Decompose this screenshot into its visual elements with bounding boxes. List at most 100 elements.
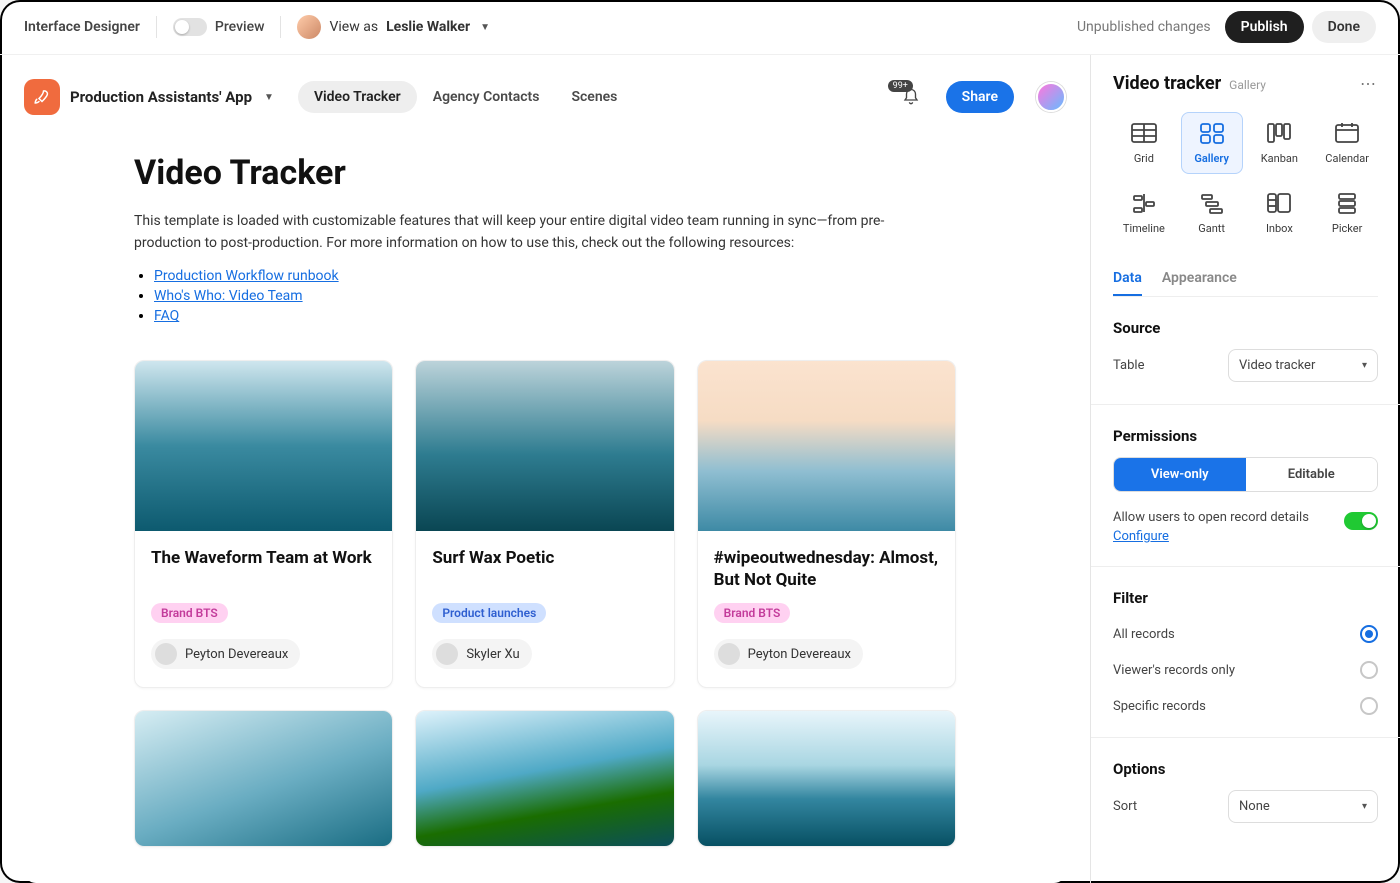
layout-gantt-option[interactable]: Gantt	[1181, 182, 1243, 244]
app-name[interactable]: Production Assistants' App	[70, 88, 252, 106]
source-heading: Source	[1113, 319, 1378, 337]
link-whos-who[interactable]: Who's Who: Video Team	[154, 288, 303, 304]
notifications-button[interactable]: 99+	[898, 84, 924, 110]
gallery-card[interactable]	[697, 710, 956, 847]
gallery-grid: The Waveform Team at Work Brand BTS Peyt…	[134, 360, 956, 847]
nav-video-tracker[interactable]: Video Tracker	[298, 81, 417, 113]
sort-select[interactable]: None ▾	[1228, 790, 1378, 823]
permissions-heading: Permissions	[1113, 427, 1378, 445]
chevron-down-icon[interactable]: ▼	[264, 92, 274, 103]
app-header: Production Assistants' App ▼ Video Track…	[24, 75, 1066, 131]
person-name: Skyler Xu	[466, 647, 519, 662]
calendar-icon	[1333, 121, 1361, 145]
layout-label: Calendar	[1325, 152, 1369, 165]
share-button[interactable]: Share	[946, 81, 1014, 113]
card-person: Peyton Devereaux	[714, 639, 863, 669]
card-title: Surf Wax Poetic	[432, 547, 657, 593]
gallery-card[interactable]	[415, 710, 674, 847]
permissions-segmented: View-only Editable	[1113, 457, 1378, 492]
radio-icon	[1360, 625, 1378, 643]
view-as-name: Leslie Walker	[386, 19, 470, 35]
designer-bar: Interface Designer Preview View as Lesli…	[0, 0, 1400, 55]
unpublished-changes-label: Unpublished changes	[1077, 19, 1211, 35]
view-as-selector[interactable]: View as Leslie Walker ▼	[297, 15, 490, 39]
card-person: Skyler Xu	[432, 639, 531, 669]
filter-option-label: Viewer's records only	[1113, 663, 1235, 678]
sidepanel-subtitle: Gallery	[1229, 78, 1266, 92]
link-faq[interactable]: FAQ	[154, 308, 179, 324]
done-button[interactable]: Done	[1312, 11, 1376, 43]
permission-view-only[interactable]: View-only	[1114, 458, 1246, 491]
preview-label: Preview	[215, 19, 265, 35]
config-tabs: Data Appearance	[1113, 262, 1378, 297]
layout-picker-option[interactable]: Picker	[1316, 182, 1378, 244]
card-image	[416, 711, 673, 846]
gallery-card[interactable]	[134, 710, 393, 847]
layout-label: Timeline	[1123, 222, 1165, 235]
chevron-down-icon: ▼	[480, 22, 490, 33]
filter-option-label: All records	[1113, 627, 1175, 642]
resource-links: Production Workflow runbook Who's Who: V…	[134, 268, 956, 324]
picker-icon	[1333, 191, 1361, 215]
designer-title: Interface Designer	[24, 19, 140, 35]
page-description: This template is loaded with customizabl…	[134, 211, 914, 254]
avatar-icon	[718, 643, 740, 665]
filter-all-records[interactable]: All records	[1113, 625, 1378, 643]
card-tag: Product launches	[432, 603, 546, 623]
select-value: None	[1239, 799, 1270, 814]
gallery-card[interactable]: The Waveform Team at Work Brand BTS Peyt…	[134, 360, 393, 688]
layout-label: Kanban	[1261, 152, 1298, 165]
avatar-icon	[155, 643, 177, 665]
chevron-down-icon: ▾	[1362, 360, 1367, 371]
layout-kanban-option[interactable]: Kanban	[1249, 112, 1311, 174]
config-sidepanel: Video tracker Gallery ⋯ Grid Gallery Kan…	[1090, 55, 1400, 883]
gallery-card[interactable]: Surf Wax Poetic Product launches Skyler …	[415, 360, 674, 688]
chevron-down-icon: ▾	[1362, 801, 1367, 812]
radio-icon	[1360, 697, 1378, 715]
user-avatar[interactable]	[1036, 82, 1066, 112]
preview-toggle[interactable]: Preview	[173, 18, 265, 36]
more-button[interactable]: ⋯	[1360, 76, 1378, 92]
card-image	[698, 361, 955, 531]
layout-timeline-option[interactable]: Timeline	[1113, 182, 1175, 244]
source-label: Table	[1113, 358, 1144, 373]
tab-data[interactable]: Data	[1113, 262, 1142, 296]
gantt-icon	[1198, 191, 1226, 215]
card-image	[698, 711, 955, 846]
gallery-card[interactable]: #wipeoutwednesday: Almost, But Not Quite…	[697, 360, 956, 688]
nav-agency-contacts[interactable]: Agency Contacts	[417, 81, 556, 113]
grid-icon	[1130, 121, 1158, 145]
configure-link[interactable]: Configure	[1113, 529, 1344, 544]
layout-label: Gantt	[1198, 222, 1225, 235]
layout-inbox-option[interactable]: Inbox	[1249, 182, 1311, 244]
nav-scenes[interactable]: Scenes	[555, 81, 633, 113]
layout-type-grid: Grid Gallery Kanban Calendar Timeline	[1113, 112, 1378, 244]
person-name: Peyton Devereaux	[748, 647, 851, 662]
sort-label: Sort	[1113, 799, 1137, 814]
avatar-icon	[436, 643, 458, 665]
permission-editable[interactable]: Editable	[1246, 458, 1378, 491]
filter-viewers-records[interactable]: Viewer's records only	[1113, 661, 1378, 679]
card-image	[135, 361, 392, 531]
card-image	[416, 361, 673, 531]
filter-specific-records[interactable]: Specific records	[1113, 697, 1378, 715]
divider	[280, 16, 281, 38]
source-table-select[interactable]: Video tracker ▾	[1228, 349, 1378, 382]
publish-button[interactable]: Publish	[1225, 11, 1304, 43]
divider	[156, 16, 157, 38]
layout-grid-option[interactable]: Grid	[1113, 112, 1175, 174]
sidepanel-title: Video tracker	[1113, 73, 1221, 94]
select-value: Video tracker	[1239, 358, 1315, 373]
rocket-icon	[33, 88, 51, 106]
app-icon[interactable]	[24, 79, 60, 115]
allow-open-details-toggle[interactable]	[1344, 512, 1378, 530]
person-name: Peyton Devereaux	[185, 647, 288, 662]
filter-option-label: Specific records	[1113, 699, 1206, 714]
notification-badge: 99+	[888, 80, 913, 92]
allow-open-details-label: Allow users to open record details	[1113, 510, 1309, 525]
layout-gallery-option[interactable]: Gallery	[1181, 112, 1243, 174]
layout-calendar-option[interactable]: Calendar	[1316, 112, 1378, 174]
link-runbook[interactable]: Production Workflow runbook	[154, 268, 339, 284]
tab-appearance[interactable]: Appearance	[1162, 262, 1237, 296]
layout-label: Gallery	[1194, 152, 1229, 165]
